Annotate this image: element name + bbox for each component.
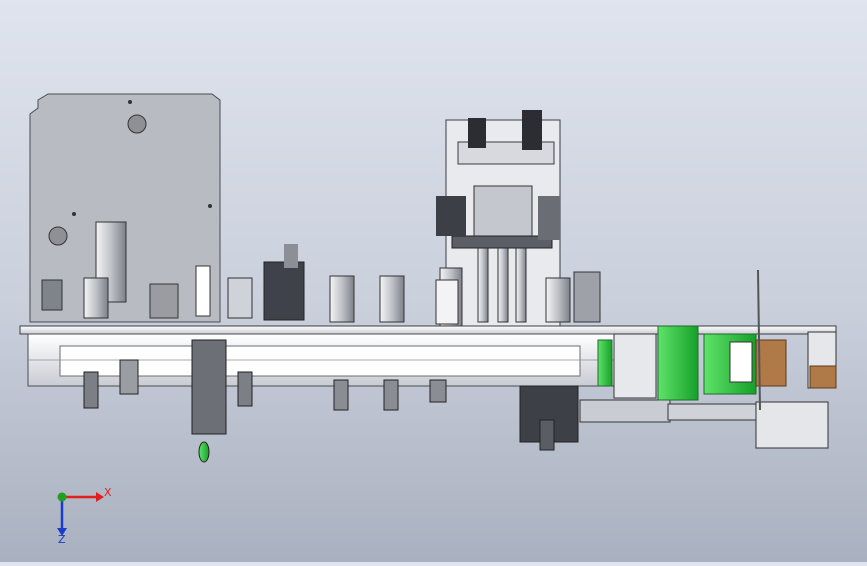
panel-hole-icon [48, 226, 68, 246]
coordinate-triad: X Z [57, 486, 112, 546]
green-roller-icon [198, 441, 210, 463]
assembly-drawing: X Z [19, 93, 837, 546]
triad-origin-icon [57, 492, 67, 502]
triad-x-label: X [104, 486, 112, 499]
cad-viewport[interactable]: X Z [0, 0, 867, 562]
panel-hole-icon [127, 114, 147, 134]
triad-z-label: Z [58, 533, 66, 546]
